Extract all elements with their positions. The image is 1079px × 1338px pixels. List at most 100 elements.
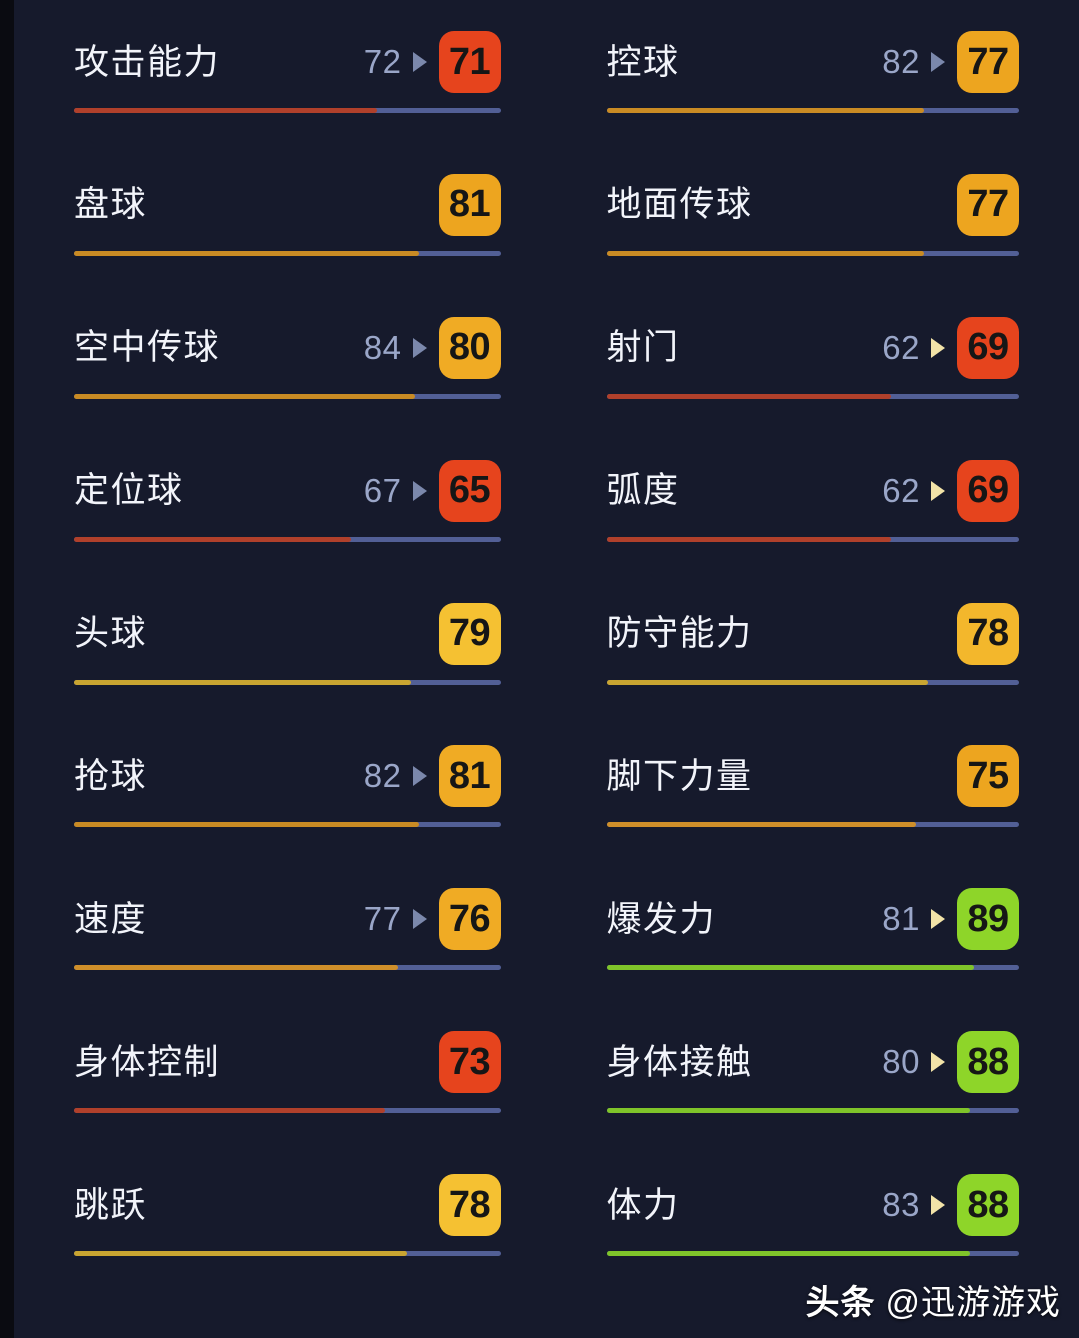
stat-row[interactable]: 弧度 62 69 (547, 429, 1079, 572)
stat-value-group: 67 65 (363, 459, 501, 522)
stat-row-header: 身体控制 73 (74, 1031, 501, 1094)
stat-bar-track (74, 822, 501, 828)
stat-row-header: 定位球 67 65 (74, 459, 501, 522)
stat-value-group: 79 (438, 602, 501, 665)
stat-bar-fill (74, 1108, 386, 1114)
stat-label: 速度 (74, 899, 148, 939)
stat-bar-track (606, 1108, 1019, 1114)
stat-value-badge: 73 (438, 1031, 501, 1094)
stat-bar-fill (74, 822, 420, 828)
stat-value-group: 81 89 (882, 888, 1019, 951)
stat-value-badge: 88 (957, 1174, 1019, 1237)
stat-row[interactable]: 地面传球 77 (547, 143, 1079, 286)
stat-label: 防守能力 (606, 614, 753, 654)
stat-row-header: 抢球 82 81 (74, 745, 501, 808)
stat-row-header: 防守能力 78 (606, 602, 1019, 665)
stat-value-group: 82 81 (363, 745, 501, 808)
stat-row[interactable]: 脚下力量 75 (547, 714, 1079, 857)
stat-value-badge: 88 (957, 1031, 1019, 1094)
arrow-right-icon (412, 337, 427, 358)
stat-previous-value: 84 (363, 328, 402, 366)
stat-value-badge: 75 (957, 745, 1019, 808)
stat-bar-fill (606, 108, 925, 113)
stat-bar-fill (74, 393, 416, 399)
stat-row[interactable]: 防守能力 78 (547, 572, 1079, 715)
stat-value-group: 80 88 (882, 1031, 1019, 1094)
stat-bar-fill (606, 822, 916, 828)
stat-bar-fill (606, 393, 892, 399)
stat-value-badge: 80 (438, 316, 501, 379)
stat-bar-fill (606, 965, 974, 971)
watermark-handle: @迅游游戏 (885, 1284, 1061, 1322)
stat-value-badge: 77 (957, 31, 1019, 93)
arrow-up-icon (931, 1052, 945, 1073)
arrow-up-icon (931, 1195, 945, 1216)
stat-value-group: 81 (438, 173, 501, 236)
stat-label: 攻击能力 (74, 42, 221, 82)
player-attributes-panel: 攻击能力 72 71 控球 82 77 盘球 81 地面传球 77 空中传球 84 80 射门 62 69 定位… (14, 0, 1079, 1338)
stat-bar-track (74, 393, 501, 399)
stat-bar-track (74, 536, 501, 542)
stat-row[interactable]: 定位球 67 65 (14, 429, 547, 572)
stat-row-header: 射门 62 69 (606, 316, 1019, 379)
arrow-up-icon (931, 337, 945, 358)
stat-label: 爆发力 (606, 899, 717, 939)
stat-row[interactable]: 速度 77 76 (14, 857, 547, 1000)
stat-value-group: 75 (957, 745, 1019, 808)
stat-bar-fill (74, 108, 377, 113)
stat-bar-track (606, 965, 1019, 971)
stat-bar-track (74, 1108, 501, 1114)
arrow-right-icon (412, 766, 427, 787)
stat-previous-value: 62 (882, 328, 920, 366)
stat-row-header: 脚下力量 75 (607, 745, 1019, 808)
stat-row[interactable]: 爆发力 81 89 (547, 857, 1079, 1000)
stat-row-header: 头球 79 (74, 602, 501, 665)
stat-row[interactable]: 体力 83 88 (547, 1143, 1079, 1286)
stat-row-header: 跳跃 78 (74, 1174, 501, 1237)
stat-row[interactable]: 控球 82 77 (547, 0, 1079, 143)
stat-row[interactable]: 空中传球 84 80 (14, 286, 547, 429)
stat-value-group: 77 (957, 173, 1019, 236)
stat-previous-value: 83 (882, 1186, 920, 1224)
stat-label: 身体接触 (606, 1042, 753, 1082)
stat-row[interactable]: 头球 79 (14, 572, 547, 715)
stat-bar-fill (606, 1108, 970, 1114)
arrow-right-icon (412, 909, 427, 930)
stat-value-group: 62 69 (882, 316, 1019, 379)
stat-row[interactable]: 抢球 82 81 (14, 714, 547, 857)
left-edge-strip (0, 0, 14, 1338)
stat-value-group: 82 77 (882, 31, 1019, 93)
stat-row[interactable]: 身体接触 80 88 (547, 1000, 1079, 1143)
stat-bar-track (74, 1251, 501, 1257)
stat-row[interactable]: 射门 62 69 (547, 286, 1079, 429)
stat-row[interactable]: 攻击能力 72 71 (14, 0, 547, 143)
stat-bar-track (74, 679, 501, 685)
stat-previous-value: 67 (363, 471, 402, 509)
stat-value-badge: 79 (438, 602, 501, 665)
stat-label: 射门 (606, 328, 680, 368)
stat-row-header: 身体接触 80 88 (606, 1031, 1019, 1094)
stat-row[interactable]: 盘球 81 (14, 143, 547, 286)
stat-label: 跳跃 (74, 1185, 148, 1225)
stat-row-header: 盘球 81 (74, 173, 501, 236)
stat-label: 定位球 (74, 471, 184, 511)
stat-label: 抢球 (74, 756, 148, 796)
stat-bar-track (606, 822, 1019, 828)
stat-value-group: 83 88 (882, 1174, 1019, 1237)
stat-bar-track (74, 250, 501, 256)
stat-label: 弧度 (606, 471, 680, 511)
stat-bar-fill (74, 536, 352, 542)
stat-bar-track (606, 393, 1019, 399)
stat-previous-value: 82 (882, 43, 920, 80)
stat-row-header: 爆发力 81 89 (606, 888, 1019, 951)
arrow-up-icon (931, 480, 945, 501)
stat-bar-fill (74, 965, 399, 971)
arrow-right-icon (931, 52, 945, 72)
stat-row[interactable]: 跳跃 78 (14, 1143, 547, 1286)
stat-previous-value: 82 (363, 757, 402, 795)
stat-previous-value: 80 (882, 1043, 920, 1081)
stat-bar-track (606, 536, 1019, 542)
stat-row-header: 体力 83 88 (607, 1174, 1019, 1237)
stat-row[interactable]: 身体控制 73 (14, 1000, 547, 1143)
stat-value-group: 72 71 (364, 31, 501, 93)
